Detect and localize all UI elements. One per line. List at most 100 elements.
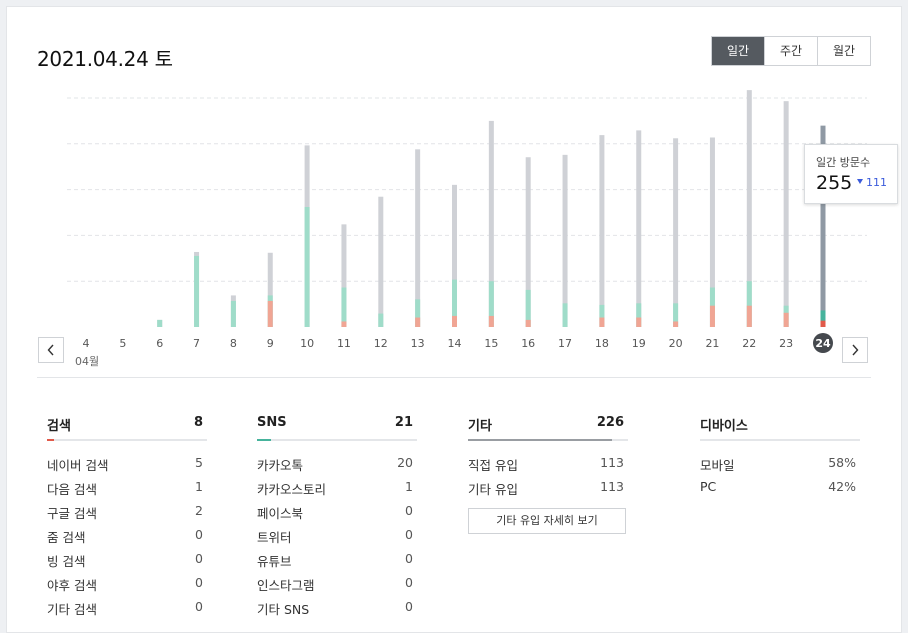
x-tick-label: 23 bbox=[779, 337, 793, 350]
stat-value: 0 bbox=[195, 599, 203, 614]
caret-down-icon bbox=[857, 179, 863, 184]
stat-row: 빙 검색 0 bbox=[47, 551, 207, 575]
tooltip-change: 111 bbox=[857, 176, 887, 189]
stat-value: 0 bbox=[405, 599, 413, 614]
stat-value: 1 bbox=[195, 479, 203, 494]
stat-row: 야후 검색 0 bbox=[47, 575, 207, 599]
etc-detail-button[interactable]: 기타 유입 자세히 보기 bbox=[468, 508, 626, 534]
visitor-stats-card: 2021.04.24 토 일간 주간 월간 4 5 6 7 8 9 10 11 12 13 14 15… bbox=[6, 6, 902, 633]
stat-row: 다음 검색 1 bbox=[47, 479, 207, 503]
stat-value: 0 bbox=[405, 503, 413, 518]
x-tick-label: 21 bbox=[705, 337, 719, 350]
x-tick-label: 8 bbox=[230, 337, 237, 350]
stats-etc-bar-fill bbox=[468, 439, 612, 441]
bar-sns bbox=[378, 313, 384, 327]
stat-label: 야후 검색 bbox=[47, 578, 97, 593]
stat-row: 직접 유입 113 bbox=[468, 455, 628, 479]
bar-total bbox=[562, 154, 568, 327]
stats-search-total: 8 bbox=[193, 415, 203, 430]
stat-value: 0 bbox=[405, 575, 413, 590]
bar-search bbox=[415, 317, 421, 327]
stat-label: 다음 검색 bbox=[47, 482, 97, 497]
bar-search bbox=[341, 321, 347, 327]
stat-row: 트위터 0 bbox=[257, 527, 417, 551]
stat-label: 직접 유입 bbox=[468, 458, 518, 473]
x-tick-label: 15 bbox=[484, 337, 498, 350]
x-tick-label: 14 bbox=[448, 337, 462, 350]
x-tick-label: 16 bbox=[521, 337, 535, 350]
divider bbox=[37, 377, 871, 378]
stats-sns-header: SNS 21 bbox=[257, 415, 417, 439]
chevron-right-icon bbox=[852, 344, 859, 356]
bar-search bbox=[636, 317, 642, 327]
stat-value: 2 bbox=[195, 503, 203, 518]
stat-row: 기타 SNS 0 bbox=[257, 599, 417, 623]
stats-search-title: 검색 bbox=[47, 419, 71, 434]
bar-search bbox=[599, 317, 605, 327]
prev-button[interactable] bbox=[38, 337, 64, 363]
bar-search bbox=[820, 320, 826, 327]
x-tick-label: 5 bbox=[119, 337, 126, 350]
bar-total bbox=[636, 130, 642, 327]
stat-label: 네이버 검색 bbox=[47, 458, 109, 473]
stat-label: 카카오톡 bbox=[257, 458, 304, 473]
stats-sns-title: SNS bbox=[257, 415, 287, 430]
stat-label: 기타 검색 bbox=[47, 602, 97, 617]
stat-row: 기타 유입 113 bbox=[468, 479, 628, 503]
bar-search bbox=[488, 315, 494, 327]
stats-device-header: 디바이스 bbox=[700, 415, 860, 439]
stat-row: 페이스북 0 bbox=[257, 503, 417, 527]
bar-total bbox=[378, 196, 384, 327]
stat-label: 인스타그램 bbox=[257, 578, 315, 593]
stat-row: 기타 검색 0 bbox=[47, 599, 207, 623]
stat-row: 모바일 58% bbox=[700, 455, 860, 479]
stats-device: 디바이스 모바일 58% PC 42% bbox=[700, 415, 860, 503]
stat-label: 유튜브 bbox=[257, 554, 292, 569]
stats-device-title: 디바이스 bbox=[700, 419, 748, 434]
x-tick-label: 6 bbox=[156, 337, 163, 350]
stat-row: 인스타그램 0 bbox=[257, 575, 417, 599]
bar-search bbox=[746, 305, 752, 327]
bar-search bbox=[709, 305, 715, 327]
month-label: 04월 bbox=[75, 355, 100, 368]
stat-label: 페이스북 bbox=[257, 506, 304, 521]
stats-search: 검색 8 네이버 검색 5 다음 검색 1 구글 검색 2 줌 검색 0 빙 검색 0 야… bbox=[47, 415, 207, 623]
bar-total bbox=[783, 101, 789, 327]
x-tick-label: 17 bbox=[558, 337, 572, 350]
stats-search-bar-fill bbox=[47, 439, 54, 441]
stat-value: 0 bbox=[195, 575, 203, 590]
chevron-left-icon bbox=[47, 344, 54, 356]
stat-row: 카카오스토리 1 bbox=[257, 479, 417, 503]
stat-value: 0 bbox=[405, 551, 413, 566]
stat-value: 5 bbox=[195, 455, 203, 470]
x-tick-label: 24 bbox=[815, 337, 831, 350]
x-tick-label: 12 bbox=[374, 337, 388, 350]
bar-search bbox=[783, 312, 789, 327]
stat-value: 0 bbox=[195, 551, 203, 566]
bar-sns bbox=[341, 287, 347, 327]
bar-total bbox=[673, 138, 679, 327]
stat-label: 트위터 bbox=[257, 530, 292, 545]
bar-search bbox=[452, 315, 457, 327]
stat-label: 구글 검색 bbox=[47, 506, 97, 521]
next-button[interactable] bbox=[842, 337, 868, 363]
bar-sns bbox=[562, 303, 568, 327]
x-tick-label: 18 bbox=[595, 337, 609, 350]
bar-sns bbox=[230, 300, 236, 327]
stat-label: 빙 검색 bbox=[47, 554, 86, 569]
stat-value: 20 bbox=[397, 455, 413, 470]
stats-sns-bar bbox=[257, 439, 417, 441]
bar-sns bbox=[194, 255, 200, 327]
stats-sns-total: 21 bbox=[394, 415, 413, 430]
daily-visits-chart: 4 5 6 7 8 9 10 11 12 13 14 15 16 17 18 19 20 21 22 23 24 bbox=[67, 90, 867, 353]
bar-search bbox=[673, 321, 679, 327]
stat-label: 줌 검색 bbox=[47, 530, 86, 545]
stat-label: 기타 유입 bbox=[468, 482, 518, 497]
stat-value: 1 bbox=[405, 479, 413, 494]
bar-sns bbox=[157, 319, 163, 327]
tooltip-value: 255 bbox=[816, 172, 853, 194]
stats-search-bar bbox=[47, 439, 207, 441]
stat-label: PC bbox=[700, 479, 717, 494]
stat-row: 줌 검색 0 bbox=[47, 527, 207, 551]
stat-row: 네이버 검색 5 bbox=[47, 455, 207, 479]
